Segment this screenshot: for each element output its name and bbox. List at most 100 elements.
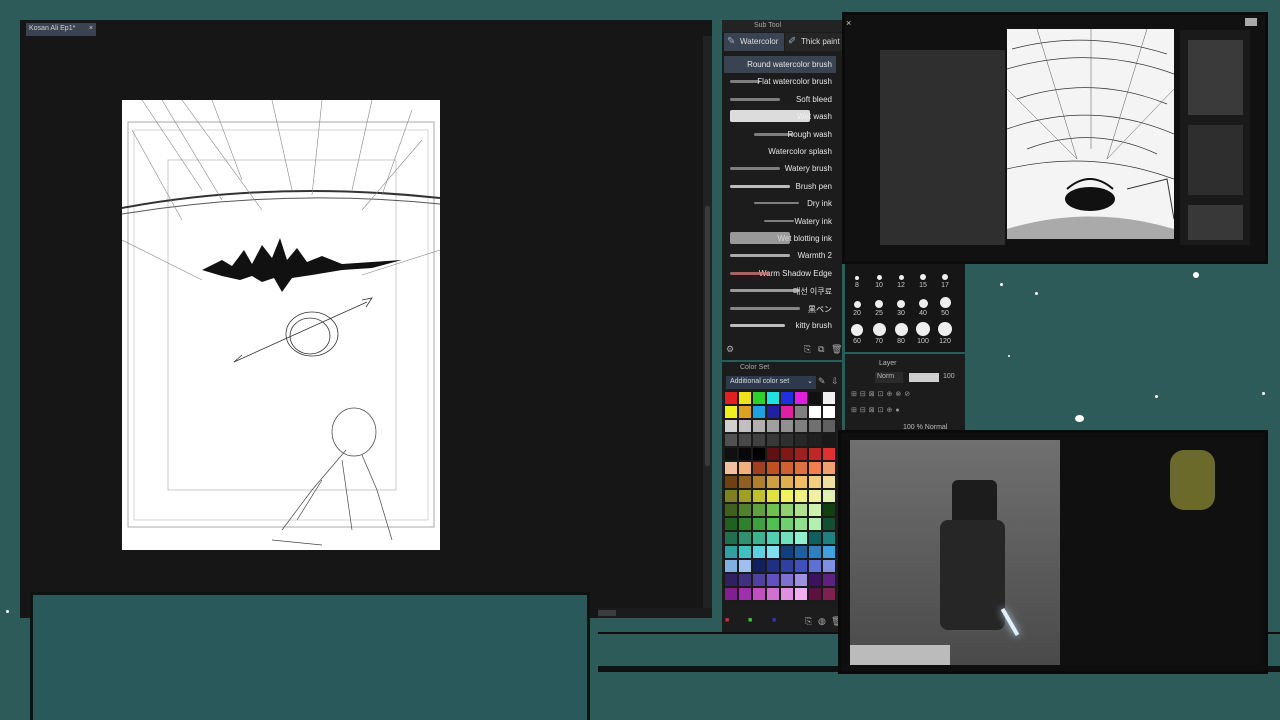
color-swatch[interactable] bbox=[752, 391, 766, 405]
color-swatch[interactable] bbox=[752, 531, 766, 545]
color-swatch[interactable] bbox=[738, 433, 752, 447]
color-swatch[interactable] bbox=[794, 517, 808, 531]
brush-size-preset[interactable]: 50 bbox=[934, 294, 956, 317]
color-swatch[interactable] bbox=[808, 489, 822, 503]
tab-thick-paint[interactable]: ✐ Thick paint bbox=[785, 33, 842, 51]
brush-size-preset[interactable]: 100 bbox=[912, 322, 934, 345]
brush-item-korean[interactable]: 매선 이쿠료 bbox=[724, 282, 836, 299]
color-swatch[interactable] bbox=[794, 503, 808, 517]
eyedropper-icon[interactable]: ✎ bbox=[818, 376, 826, 387]
color-swatch[interactable] bbox=[780, 517, 794, 531]
color-swatch[interactable] bbox=[822, 391, 836, 405]
color-swatch[interactable] bbox=[794, 475, 808, 489]
brush-size-preset[interactable]: 30 bbox=[890, 294, 912, 317]
settings-icon[interactable]: ⚙ bbox=[726, 344, 734, 355]
color-swatch[interactable] bbox=[780, 405, 794, 419]
color-swatch[interactable] bbox=[766, 475, 780, 489]
scrollbar-thumb[interactable] bbox=[705, 206, 710, 466]
color-swatch[interactable] bbox=[724, 447, 738, 461]
color-swatch[interactable] bbox=[794, 573, 808, 587]
add-color-icon[interactable]: ⎘ bbox=[805, 616, 812, 627]
color-swatch[interactable] bbox=[738, 461, 752, 475]
brush-size-preset[interactable]: 60 bbox=[846, 322, 868, 345]
brush-item-kuro-pen[interactable]: 黒ペン bbox=[724, 300, 836, 317]
vertical-scrollbar[interactable] bbox=[703, 36, 712, 611]
color-swatch[interactable] bbox=[738, 489, 752, 503]
color-swatch[interactable] bbox=[766, 489, 780, 503]
brush-item-round-watercolor[interactable]: Round watercolor brush bbox=[724, 56, 836, 73]
color-swatch[interactable] bbox=[822, 503, 836, 517]
brush-item-dry-ink[interactable]: Dry ink bbox=[724, 195, 836, 212]
window-menu-icon[interactable] bbox=[1245, 18, 1257, 26]
color-swatch[interactable] bbox=[724, 587, 738, 601]
duplicate-icon[interactable]: ⧉ bbox=[818, 344, 824, 355]
brush-size-preset[interactable]: 120 bbox=[934, 322, 956, 345]
color-swatch[interactable] bbox=[794, 545, 808, 559]
color-swatch[interactable] bbox=[724, 391, 738, 405]
color-swatch[interactable] bbox=[738, 517, 752, 531]
color-swatch[interactable] bbox=[780, 433, 794, 447]
color-swatch[interactable] bbox=[752, 545, 766, 559]
color-swatch[interactable] bbox=[808, 587, 822, 601]
color-swatch[interactable] bbox=[822, 419, 836, 433]
color-swatch[interactable] bbox=[752, 447, 766, 461]
color-swatch[interactable] bbox=[794, 461, 808, 475]
close-icon[interactable]: × bbox=[846, 18, 851, 28]
color-swatch[interactable] bbox=[794, 531, 808, 545]
color-swatch[interactable] bbox=[780, 475, 794, 489]
color-swatch[interactable] bbox=[724, 517, 738, 531]
brush-size-preset[interactable]: 80 bbox=[890, 322, 912, 345]
color-swatch[interactable] bbox=[766, 573, 780, 587]
color-swatch[interactable] bbox=[808, 545, 822, 559]
color-swatch[interactable] bbox=[752, 573, 766, 587]
color-swatch[interactable] bbox=[808, 503, 822, 517]
color-swatch[interactable] bbox=[752, 461, 766, 475]
brush-item-wet-wash[interactable]: Wet wash bbox=[724, 108, 836, 125]
color-swatch[interactable] bbox=[724, 419, 738, 433]
color-swatch[interactable] bbox=[808, 447, 822, 461]
color-swatch[interactable] bbox=[738, 419, 752, 433]
brush-size-preset[interactable]: 8 bbox=[846, 266, 868, 289]
brush-item-wet-blotting-ink[interactable]: Wet blotting ink bbox=[724, 230, 836, 247]
color-swatch[interactable] bbox=[724, 503, 738, 517]
color-swatch[interactable] bbox=[752, 475, 766, 489]
brush-item-soft-bleed[interactable]: Soft bleed bbox=[724, 91, 836, 108]
color-swatch[interactable] bbox=[766, 405, 780, 419]
color-swatch[interactable] bbox=[738, 545, 752, 559]
color-swatch[interactable] bbox=[808, 559, 822, 573]
horizontal-scrollbar[interactable] bbox=[598, 608, 712, 618]
close-tab-icon[interactable]: × bbox=[89, 25, 93, 32]
color-swatch[interactable] bbox=[780, 587, 794, 601]
color-swatch[interactable] bbox=[766, 503, 780, 517]
color-swatch[interactable] bbox=[808, 573, 822, 587]
brush-item-warmth-2[interactable]: Warmth 2 bbox=[724, 247, 836, 264]
brush-item-flat-watercolor[interactable]: Flat watercolor brush bbox=[724, 73, 836, 90]
color-swatch[interactable] bbox=[738, 405, 752, 419]
copy-icon[interactable]: ⎘ bbox=[804, 344, 811, 355]
brush-size-preset[interactable]: 40 bbox=[912, 294, 934, 317]
brush-size-preset[interactable]: 20 bbox=[846, 294, 868, 317]
color-swatch[interactable] bbox=[780, 419, 794, 433]
color-swatch[interactable] bbox=[822, 461, 836, 475]
color-swatch[interactable] bbox=[766, 461, 780, 475]
brush-item-watery-ink[interactable]: Watery ink bbox=[724, 213, 836, 230]
color-swatch[interactable] bbox=[724, 475, 738, 489]
color-swatch[interactable] bbox=[794, 405, 808, 419]
color-swatch[interactable] bbox=[780, 503, 794, 517]
color-swatch[interactable] bbox=[822, 447, 836, 461]
color-swatch[interactable] bbox=[766, 447, 780, 461]
color-swatch[interactable] bbox=[724, 489, 738, 503]
color-swatch[interactable] bbox=[724, 405, 738, 419]
brush-size-preset[interactable]: 25 bbox=[868, 294, 890, 317]
color-swatch[interactable] bbox=[780, 559, 794, 573]
color-swatch[interactable] bbox=[780, 531, 794, 545]
color-swatch[interactable] bbox=[766, 517, 780, 531]
trash-icon[interactable]: 🗑 bbox=[831, 344, 842, 355]
color-swatch[interactable] bbox=[808, 433, 822, 447]
color-swatch[interactable] bbox=[808, 531, 822, 545]
color-swatch[interactable] bbox=[794, 391, 808, 405]
color-swatch[interactable] bbox=[780, 447, 794, 461]
color-swatch[interactable] bbox=[752, 517, 766, 531]
color-swatch[interactable] bbox=[808, 419, 822, 433]
color-swatch[interactable] bbox=[738, 447, 752, 461]
